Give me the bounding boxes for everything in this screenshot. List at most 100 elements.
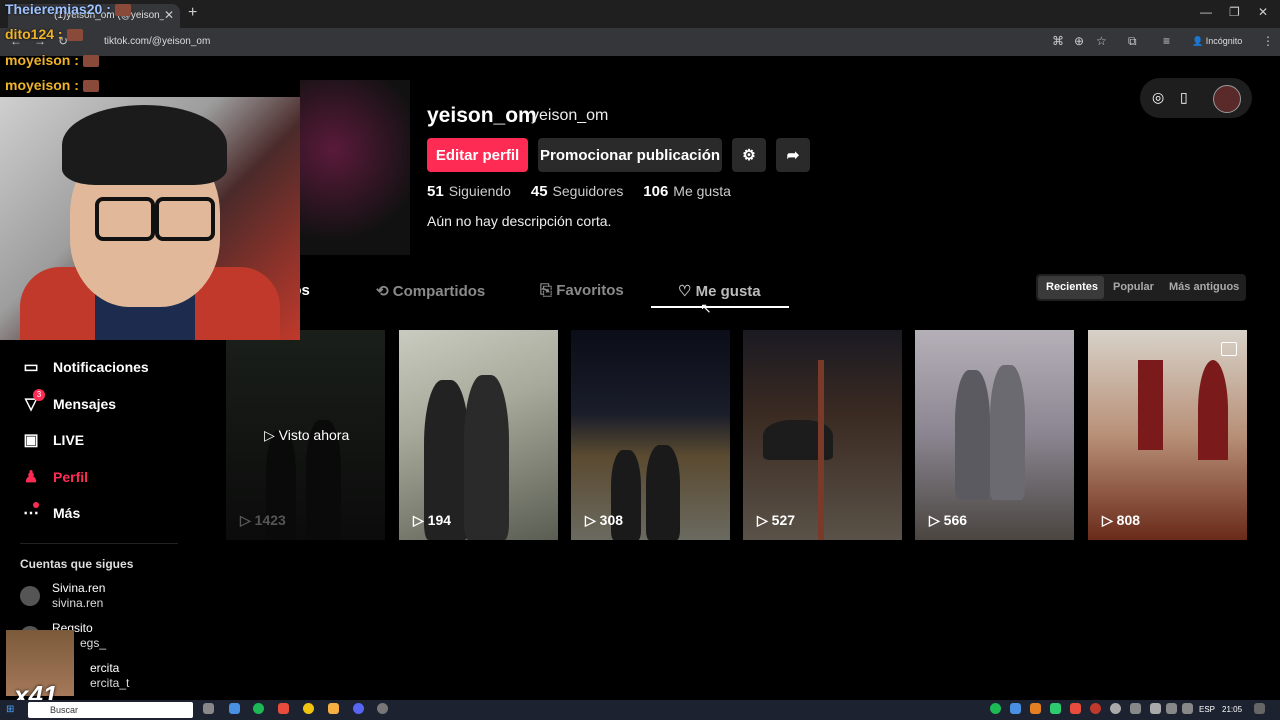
view-count: ▷ 308 xyxy=(585,512,624,528)
language-indicator[interactable]: ESP xyxy=(1199,705,1215,714)
sort-oldest[interactable]: Más antiguos xyxy=(1169,281,1239,293)
phone-icon[interactable]: ▯ xyxy=(1180,89,1188,106)
live-icon: ▣ xyxy=(23,432,39,449)
followers-label: Seguidores xyxy=(552,183,624,199)
sidebar-label: Perfil xyxy=(53,469,89,485)
photo-icon xyxy=(1221,342,1237,356)
emote-icon xyxy=(66,29,83,42)
tab-liked[interactable]: ♡ Me gusta xyxy=(678,282,761,300)
sidebar-item-more[interactable]: ⋯ Más xyxy=(20,503,80,523)
likes-count: 106 xyxy=(643,183,669,200)
share-button[interactable]: ➦ xyxy=(776,138,810,172)
sidebar-item-notifications[interactable]: ▭ Notificaciones xyxy=(20,357,149,377)
new-tab-icon[interactable]: + xyxy=(188,4,197,22)
active-tab-underline xyxy=(651,306,789,308)
sidebar-label: Notificaciones xyxy=(53,359,149,375)
incognito-indicator[interactable]: 👤 Incógnito xyxy=(1192,36,1242,47)
chat-user: moyeison xyxy=(5,77,71,93)
close-tab-icon[interactable]: ✕ xyxy=(164,8,174,22)
microphone-icon[interactable] xyxy=(1150,703,1161,714)
search-placeholder: Buscar xyxy=(50,705,79,715)
extension-icon[interactable]: ⧉ xyxy=(1128,34,1137,49)
network-icon[interactable] xyxy=(1166,703,1177,714)
view-count-value: 808 xyxy=(1116,512,1141,528)
video-card[interactable]: ▷ 194 xyxy=(399,330,558,540)
zoom-icon[interactable]: ⊕ xyxy=(1074,34,1084,48)
messages-badge: 3 xyxy=(33,389,45,401)
task-view-icon[interactable] xyxy=(203,703,214,714)
tray-icon[interactable] xyxy=(1110,703,1121,714)
sort-recent[interactable]: Recientes xyxy=(1046,281,1098,293)
chat-user: dito124 xyxy=(5,26,55,42)
sidebar-label: Más xyxy=(53,505,81,521)
sidebar-item-profile[interactable]: ♟ Perfil xyxy=(20,467,88,487)
app-icon[interactable] xyxy=(278,703,289,714)
sidebar-item-live[interactable]: ▣ LIVE xyxy=(20,430,84,450)
sidebar-label: LIVE xyxy=(53,432,85,448)
account-handle: ercita_t xyxy=(90,676,130,690)
restore-icon[interactable]: ❐ xyxy=(1229,5,1240,19)
tray-icon[interactable] xyxy=(1010,703,1021,714)
avatar xyxy=(20,586,40,606)
account-name: ercita xyxy=(90,661,120,675)
clock[interactable]: 21:05 xyxy=(1222,705,1242,714)
browser-menu-icon[interactable]: ⋮ xyxy=(1262,34,1274,48)
following-header: Cuentas que sigues xyxy=(20,557,134,571)
view-count-value: 308 xyxy=(599,512,624,528)
minimize-icon[interactable]: — xyxy=(1200,5,1212,19)
tab-favorites[interactable]: ⎘ Favoritos xyxy=(540,282,624,299)
view-count: ▷ 1423 xyxy=(240,512,286,528)
folder-icon[interactable] xyxy=(328,703,339,714)
obs-icon[interactable] xyxy=(377,703,388,714)
chrome-icon[interactable] xyxy=(303,703,314,714)
view-count-value: 566 xyxy=(943,512,968,528)
promote-post-button[interactable]: Promocionar publicación xyxy=(538,138,722,172)
url-field[interactable]: tiktok.com/@yeison_om xyxy=(82,32,1182,52)
tray-icon[interactable] xyxy=(1030,703,1041,714)
chat-message: moyeison : xyxy=(5,52,99,68)
sort-popular[interactable]: Popular xyxy=(1113,281,1154,293)
video-card[interactable]: ▷ 308 xyxy=(571,330,730,540)
watched-overlay: ▷ Visto ahora xyxy=(264,427,350,443)
followers-stat[interactable]: 45 Seguidores xyxy=(531,183,624,200)
account-handle: egs_ xyxy=(80,636,107,650)
settings-button[interactable]: ⚙ xyxy=(732,138,766,172)
tray-icon[interactable] xyxy=(1130,703,1141,714)
incognito-icon: 👤 xyxy=(1192,36,1204,46)
video-card[interactable]: ▷ Visto ahora ▷ 1423 xyxy=(226,330,385,540)
edit-profile-button[interactable]: Editar perfil xyxy=(427,138,528,172)
translate-icon[interactable]: ⌘ xyxy=(1052,34,1064,48)
account-name: Sivina.ren xyxy=(52,581,106,595)
account-handle: sivina.ren xyxy=(52,596,104,610)
user-avatar[interactable] xyxy=(1213,85,1241,113)
coins-icon[interactable]: ◎ xyxy=(1152,89,1164,106)
watched-label: Visto ahora xyxy=(278,427,350,443)
video-card[interactable]: ▷ 527 xyxy=(743,330,902,540)
chat-text: : xyxy=(106,1,111,17)
following-stat[interactable]: 51 Siguiendo xyxy=(427,183,511,200)
video-card[interactable]: ▷ 808 xyxy=(1088,330,1247,540)
tab-shared[interactable]: ⟲ Compartidos xyxy=(376,282,485,300)
more-notification-dot xyxy=(33,502,39,508)
spotify-icon[interactable] xyxy=(253,703,264,714)
bookmark-icon: ⎘ xyxy=(540,282,553,299)
windows-start-icon[interactable]: ⊞ xyxy=(6,704,14,715)
tray-icon[interactable] xyxy=(1070,703,1081,714)
view-count: ▷ 566 xyxy=(929,512,968,528)
discord-icon[interactable] xyxy=(353,703,364,714)
close-window-icon[interactable]: ✕ xyxy=(1258,5,1268,19)
media-icon[interactable]: ≡ xyxy=(1163,34,1170,48)
profile-username: yeison_om xyxy=(427,104,537,127)
app-icon[interactable] xyxy=(229,703,240,714)
video-card[interactable]: ▷ 566 xyxy=(915,330,1074,540)
tray-icon[interactable] xyxy=(1090,703,1101,714)
repost-icon: ⟲ xyxy=(376,283,389,300)
tray-icon[interactable] xyxy=(1050,703,1061,714)
notification-icon: ▭ xyxy=(23,359,39,376)
taskbar-search[interactable]: Buscar xyxy=(28,702,193,718)
tab-favorites-label: Favoritos xyxy=(556,282,624,299)
notification-center-icon[interactable] xyxy=(1254,703,1265,714)
tray-icon[interactable] xyxy=(990,703,1001,714)
bookmark-star-icon[interactable]: ☆ xyxy=(1096,34,1107,48)
volume-icon[interactable] xyxy=(1182,703,1193,714)
